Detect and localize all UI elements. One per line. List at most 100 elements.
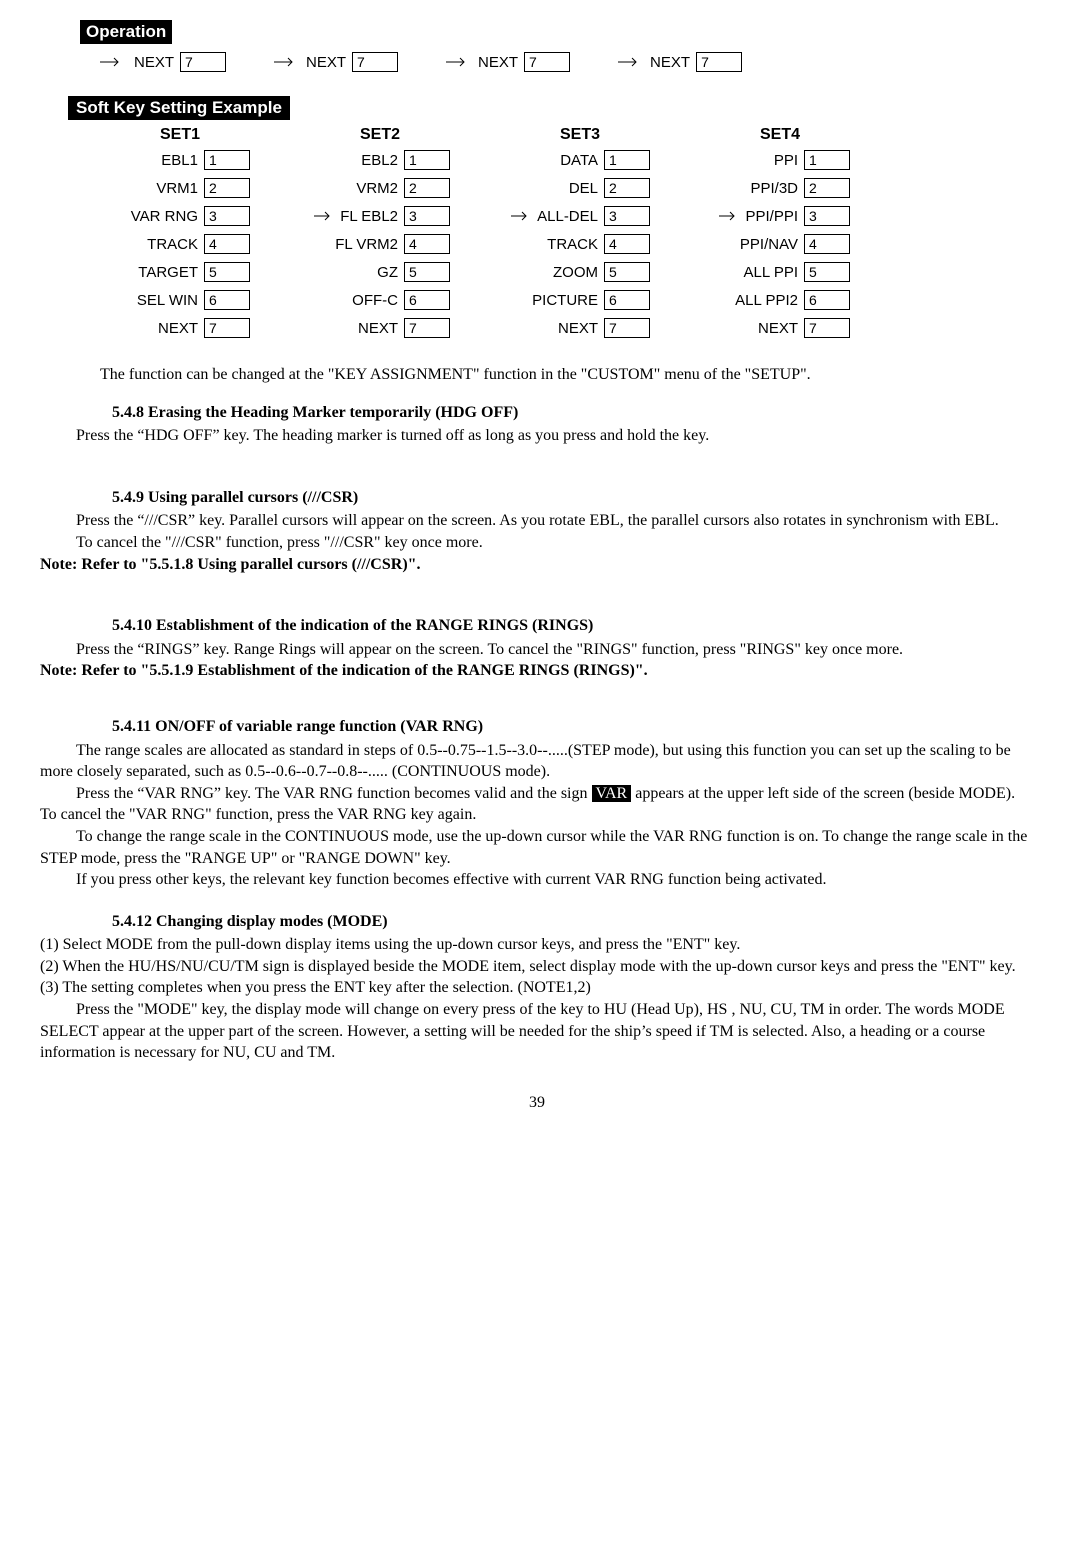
section-5410-note: Note: Refer to "5.5.1.9 Establishment of… bbox=[40, 660, 1034, 682]
section-5411-p3: To change the range scale in the CONTINU… bbox=[40, 826, 1034, 869]
list-item: (1) Select MODE from the pull-down displ… bbox=[40, 934, 1034, 956]
key-num-box: 5 bbox=[204, 262, 250, 282]
section-5412-title: 5.4.12 Changing display modes (MODE) bbox=[40, 911, 1034, 933]
section-5410-title: 5.4.10 Establishment of the indication o… bbox=[40, 615, 1034, 637]
section-549-note: Note: Refer to "5.5.1.8 Using parallel c… bbox=[40, 554, 1034, 576]
key-label: TARGET bbox=[138, 264, 198, 281]
key-label: VRM1 bbox=[156, 180, 198, 197]
key-row: TARGET 5 bbox=[80, 262, 280, 282]
key-row: PPI 1 bbox=[680, 150, 880, 170]
key-row: EBL1 1 bbox=[80, 150, 280, 170]
key-row: PICTURE 6 bbox=[480, 290, 680, 310]
next-num-box: 7 bbox=[524, 52, 570, 72]
arrow-right-icon bbox=[446, 56, 470, 68]
next-item: NEXT 7 bbox=[478, 52, 570, 72]
key-label: DATA bbox=[560, 152, 598, 169]
key-label: GZ bbox=[377, 264, 398, 281]
key-label: NEXT bbox=[758, 320, 798, 337]
key-label: FL VRM2 bbox=[335, 236, 398, 253]
key-label: PPI/PPI bbox=[745, 208, 798, 225]
key-num-box: 1 bbox=[604, 150, 650, 170]
next-label: NEXT bbox=[134, 54, 174, 71]
key-num-box: 7 bbox=[804, 318, 850, 338]
key-row: TRACK 4 bbox=[480, 234, 680, 254]
set-column: SET4 PPI1 PPI/3D2 PPI/PPI3 PPI/NAV4 ALL … bbox=[680, 126, 880, 346]
arrow-right-icon bbox=[618, 56, 642, 68]
key-label: EBL1 bbox=[161, 152, 198, 169]
key-label: ALL PPI2 bbox=[735, 292, 798, 309]
section-549-p1: Press the “///CSR” key. Parallel cursors… bbox=[40, 510, 1034, 532]
key-label: PPI/3D bbox=[750, 180, 798, 197]
key-num-box: 2 bbox=[204, 178, 250, 198]
key-num-box: 1 bbox=[204, 150, 250, 170]
key-label: PPI bbox=[774, 152, 798, 169]
key-row: FL VRM2 4 bbox=[280, 234, 480, 254]
set-column: SET2 EBL21 VRM22 FL EBL23 FL VRM24 GZ5 O… bbox=[280, 126, 480, 346]
arrow-right-icon bbox=[274, 56, 298, 68]
section-5411-p2a: Press the “VAR RNG” key. The VAR RNG fun… bbox=[76, 785, 592, 802]
key-row: VAR RNG 3 bbox=[80, 206, 280, 226]
next-num-box: 7 bbox=[696, 52, 742, 72]
key-num-box: 3 bbox=[204, 206, 250, 226]
key-label: SEL WIN bbox=[137, 292, 198, 309]
key-row: SEL WIN 6 bbox=[80, 290, 280, 310]
key-num-box: 4 bbox=[404, 234, 450, 254]
key-label: ALL PPI bbox=[744, 264, 798, 281]
key-num-box: 2 bbox=[604, 178, 650, 198]
key-label: TRACK bbox=[547, 236, 598, 253]
next-label: NEXT bbox=[478, 54, 518, 71]
next-item: NEXT 7 bbox=[306, 52, 398, 72]
key-num-box: 6 bbox=[604, 290, 650, 310]
softkey-sets: SET1 EBL1 1 VRM1 2 VAR RNG 3 TRACK 4 TARGET 5… bbox=[80, 126, 1034, 346]
section-5412-list: (1) Select MODE from the pull-down displ… bbox=[40, 934, 1034, 999]
section-549-title: 5.4.9 Using parallel cursors (///CSR) bbox=[40, 487, 1034, 509]
arrow-right-icon bbox=[314, 207, 334, 225]
key-label: ALL-DEL bbox=[537, 208, 598, 225]
key-row: PPI/PPI 3 bbox=[680, 206, 880, 226]
next-row: NEXT 7 NEXT 7 NEXT 7 NEXT 7 bbox=[100, 52, 1034, 72]
set-header: SET2 bbox=[280, 126, 480, 144]
key-num-box: 4 bbox=[604, 234, 650, 254]
key-row: DATA 1 bbox=[480, 150, 680, 170]
set-header: SET1 bbox=[80, 126, 280, 144]
section-5411-title: 5.4.11 ON/OFF of variable range function… bbox=[40, 716, 1034, 738]
key-num-box: 6 bbox=[804, 290, 850, 310]
next-num-box: 7 bbox=[180, 52, 226, 72]
softkey-tag: Soft Key Setting Example bbox=[68, 96, 290, 120]
key-label: NEXT bbox=[158, 320, 198, 337]
key-num-box: 5 bbox=[604, 262, 650, 282]
key-row: ALL PPI2 6 bbox=[680, 290, 880, 310]
key-row: NEXT 7 bbox=[80, 318, 280, 338]
key-num-box: 4 bbox=[804, 234, 850, 254]
var-badge: VAR bbox=[592, 785, 632, 802]
key-num-box: 3 bbox=[804, 206, 850, 226]
section-549-p2: To cancel the "///CSR" function, press "… bbox=[40, 532, 1034, 554]
key-row: OFF-C6 bbox=[280, 290, 480, 310]
next-num-box: 7 bbox=[352, 52, 398, 72]
key-label: PICTURE bbox=[532, 292, 598, 309]
key-num-box: 1 bbox=[804, 150, 850, 170]
section-5410-p1: Press the “RINGS” key. Range Rings will … bbox=[40, 639, 1034, 661]
arrow-right-icon bbox=[719, 207, 739, 225]
key-row: ZOOM5 bbox=[480, 262, 680, 282]
next-item: NEXT 7 bbox=[134, 52, 226, 72]
section-5412-p1: Press the "MODE" key, the display mode w… bbox=[40, 999, 1034, 1064]
key-label: NEXT bbox=[358, 320, 398, 337]
arrow-right-icon bbox=[100, 56, 124, 68]
key-num-box: 6 bbox=[204, 290, 250, 310]
key-label: VAR RNG bbox=[131, 208, 198, 225]
key-row: NEXT 7 bbox=[280, 318, 480, 338]
key-num-box: 7 bbox=[604, 318, 650, 338]
list-item: (3) The setting completes when you press… bbox=[40, 977, 1034, 999]
key-row: VRM1 2 bbox=[80, 178, 280, 198]
key-num-box: 7 bbox=[404, 318, 450, 338]
key-label: NEXT bbox=[558, 320, 598, 337]
key-num-box: 7 bbox=[204, 318, 250, 338]
key-row: PPI/3D2 bbox=[680, 178, 880, 198]
arrow-right-icon bbox=[511, 207, 531, 225]
next-item: NEXT 7 bbox=[650, 52, 742, 72]
key-label: TRACK bbox=[147, 236, 198, 253]
key-num-box: 5 bbox=[404, 262, 450, 282]
key-label: EBL2 bbox=[361, 152, 398, 169]
key-num-box: 3 bbox=[404, 206, 450, 226]
